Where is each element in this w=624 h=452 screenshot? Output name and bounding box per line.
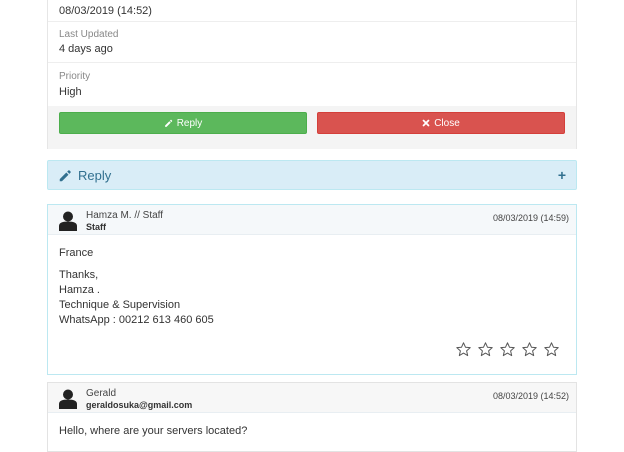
message-line: France — [59, 247, 94, 259]
client-message: Gerald geraldosuka@gmail.com 08/03/2019 … — [47, 382, 577, 452]
message-line: Hamza . — [59, 284, 100, 296]
last-updated-row: Last Updated 4 days ago — [48, 22, 576, 63]
pencil-icon — [59, 170, 71, 182]
reply-button[interactable]: Reply — [59, 112, 307, 134]
priority-label: Priority — [59, 71, 91, 82]
message-body: France Thanks, Hamza . Technique & Super… — [59, 246, 214, 328]
times-icon — [422, 119, 430, 127]
pencil-icon — [164, 119, 172, 127]
message-line: WhatsApp : 00212 613 460 605 — [59, 314, 214, 326]
message-date: 08/03/2019 (14:52) — [492, 391, 569, 401]
user-icon — [59, 389, 77, 409]
user-icon — [59, 211, 77, 231]
ticket-info-card: 08/03/2019 (14:52) Last Updated 4 days a… — [47, 0, 577, 149]
message-line: Hello, where are your servers located? — [59, 425, 248, 437]
message-body: Hello, where are your servers located? — [59, 424, 247, 439]
message-header: Gerald geraldosuka@gmail.com 08/03/2019 … — [48, 383, 576, 413]
staff-reply-message: Hamza M. // Staff Staff 08/03/2019 (14:5… — [47, 204, 577, 375]
ticket-actions: Reply Close — [48, 106, 576, 149]
close-ticket-button[interactable]: Close — [317, 112, 565, 134]
plus-icon[interactable]: + — [558, 167, 566, 183]
message-author: Gerald — [86, 388, 117, 399]
message-date: 08/03/2019 (14:59) — [492, 213, 569, 223]
close-button-label: Close — [434, 117, 460, 129]
rating-stars — [455, 341, 560, 358]
message-header: Hamza M. // Staff Staff 08/03/2019 (14:5… — [48, 205, 576, 235]
star-outline-icon[interactable] — [543, 341, 560, 358]
submitted-value: 08/03/2019 (14:52) — [59, 5, 152, 17]
reply-panel-header[interactable]: Reply + — [47, 160, 577, 190]
reply-button-label: Reply — [176, 117, 203, 129]
message-line: Thanks, — [59, 269, 99, 281]
star-outline-icon[interactable] — [477, 341, 494, 358]
star-outline-icon[interactable] — [521, 341, 538, 358]
message-line: Technique & Supervision — [59, 299, 181, 311]
last-updated-value: 4 days ago — [59, 43, 113, 55]
reply-panel-title: Reply — [78, 168, 112, 183]
last-updated-label: Last Updated — [59, 29, 119, 40]
submitted-row: 08/03/2019 (14:52) — [48, 0, 576, 22]
priority-value: High — [59, 86, 82, 98]
star-outline-icon[interactable] — [499, 341, 516, 358]
message-author: Hamza M. // Staff — [86, 210, 164, 221]
priority-row: Priority High — [48, 63, 576, 106]
message-author-email: geraldosuka@gmail.com — [86, 400, 193, 410]
message-author-role: Staff — [86, 222, 106, 232]
star-outline-icon[interactable] — [455, 341, 472, 358]
